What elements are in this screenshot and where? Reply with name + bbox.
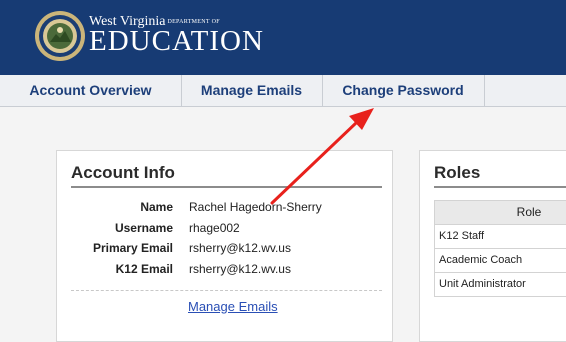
brand-main: EDUCATION [89, 25, 264, 57]
roles-title: Roles [434, 163, 481, 182]
primary-email-value: rsherry@k12.wv.us [189, 241, 291, 255]
k12-email-value: rsherry@k12.wv.us [189, 262, 291, 276]
account-info-panel: Account Info Name Rachel Hagedorn-Sherry… [56, 150, 393, 342]
manage-emails-link[interactable]: Manage Emails [188, 299, 278, 314]
table-row: Academic Coach [434, 249, 566, 273]
tab-manage-emails[interactable]: Manage Emails [181, 75, 323, 106]
primary-email-label: Primary Email [92, 241, 173, 255]
state-seal-icon [35, 11, 85, 61]
role-column-header: Role [434, 200, 566, 225]
site-header: West Virginia DEPARTMENT OF EDUCATION [0, 0, 566, 75]
table-row: Unit Administrator [434, 273, 566, 297]
name-value: Rachel Hagedorn-Sherry [189, 200, 322, 214]
title-divider [71, 186, 382, 188]
roles-table: Role K12 Staff Academic Coach Unit Admin… [434, 200, 566, 297]
tab-change-password[interactable]: Change Password [322, 75, 485, 106]
name-label: Name [140, 200, 173, 214]
brand-dept: DEPARTMENT OF [167, 18, 220, 25]
k12-email-label: K12 Email [115, 262, 173, 276]
account-nav: Account Overview Manage Emails Change Pa… [0, 75, 566, 107]
table-row: K12 Staff [434, 225, 566, 249]
tab-account-overview[interactable]: Account Overview [0, 75, 182, 106]
brand-wordmark[interactable]: West Virginia DEPARTMENT OF EDUCATION [89, 15, 264, 56]
dashed-divider [71, 290, 382, 291]
username-value: rhage002 [189, 221, 240, 235]
account-info-title: Account Info [71, 163, 175, 182]
username-label: Username [114, 221, 173, 235]
roles-panel: Roles Role K12 Staff Academic Coach Unit… [419, 150, 566, 342]
title-divider [434, 186, 566, 188]
